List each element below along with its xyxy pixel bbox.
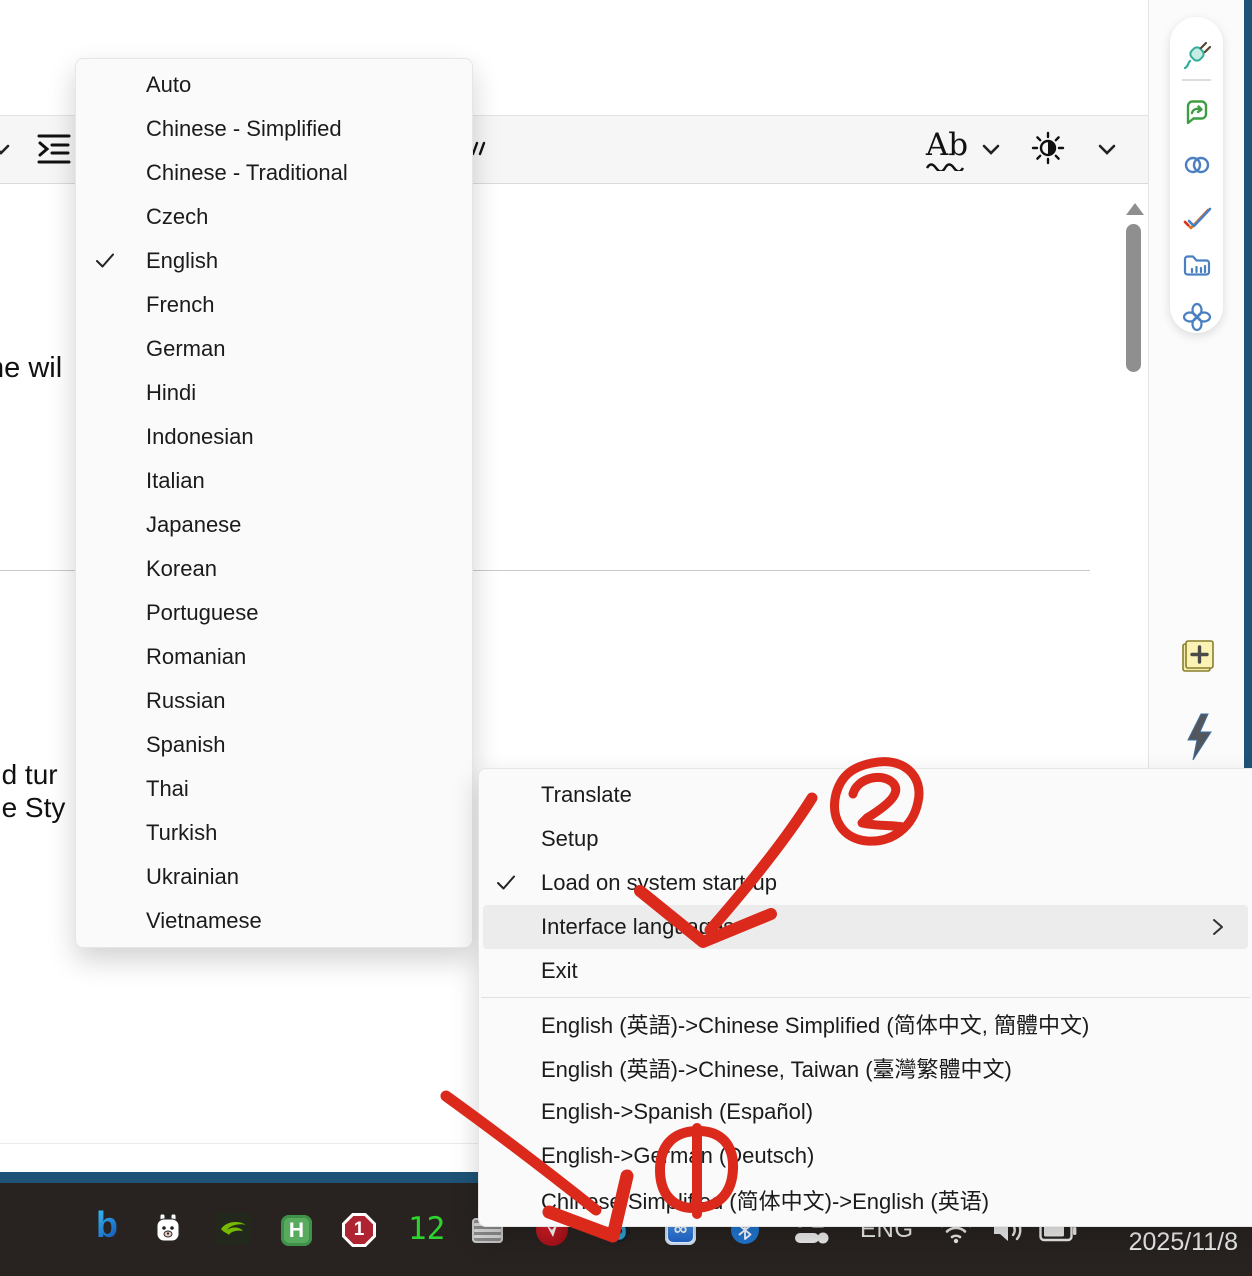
menu-item-thai[interactable]: Thai xyxy=(76,767,472,811)
menu-item-czech[interactable]: Czech xyxy=(76,195,472,239)
menu-item-romanian[interactable]: Romanian xyxy=(76,635,472,679)
menu-item-chinese-traditional[interactable]: Chinese - Traditional xyxy=(76,151,472,195)
menu-separator xyxy=(481,997,1250,998)
menu-item-vietnamese[interactable]: Vietnamese xyxy=(76,899,472,943)
menu-item-pair-en-de[interactable]: English->German (Deutsch) xyxy=(479,1134,1252,1178)
menu-item-french[interactable]: French xyxy=(76,283,472,327)
submenu-arrow-icon xyxy=(1212,918,1224,936)
llama-icon[interactable] xyxy=(151,1211,185,1245)
menu-item-chinese-simplified[interactable]: Chinese - Simplified xyxy=(76,107,472,151)
nvidia-icon[interactable] xyxy=(215,1213,252,1245)
menu-item-korean[interactable]: Korean xyxy=(76,547,472,591)
chat-share-icon[interactable] xyxy=(1182,97,1212,127)
checkmark-icon xyxy=(94,250,116,272)
bing-icon[interactable]: b xyxy=(90,1203,124,1247)
document-text-fragment: nd tur xyxy=(0,759,58,791)
alert-badge-icon[interactable]: 1 xyxy=(342,1213,376,1247)
menu-item-indonesian[interactable]: Indonesian xyxy=(76,415,472,459)
lightning-icon[interactable] xyxy=(1184,712,1214,762)
language-list-menu: Auto Chinese - Simplified Chinese - Trad… xyxy=(75,58,473,948)
plug-icon[interactable] xyxy=(1182,40,1212,70)
menu-item-interface-languages[interactable]: Interface languages xyxy=(483,905,1248,949)
clover-icon[interactable] xyxy=(1182,302,1212,332)
menu-item-setup[interactable]: Setup xyxy=(479,817,1252,861)
menu-item-russian[interactable]: Russian xyxy=(76,679,472,723)
linked-rings-icon[interactable] xyxy=(1182,150,1212,180)
menu-item-pair-en-zhtw[interactable]: English (英語)->Chinese, Taiwan (臺灣繁體中文) xyxy=(479,1046,1252,1090)
wavy-underline xyxy=(925,163,969,171)
menu-item-load-on-startup[interactable]: Load on system start-up xyxy=(479,861,1252,905)
menu-item-turkish[interactable]: Turkish xyxy=(76,811,472,855)
scroll-up-arrow[interactable] xyxy=(1126,203,1144,215)
menu-item-hindi[interactable]: Hindi xyxy=(76,371,472,415)
menu-item-english[interactable]: English xyxy=(76,239,472,283)
menu-item-pair-en-zhcn[interactable]: English (英語)->Chinese Simplified (简体中文, … xyxy=(479,1002,1252,1046)
proofing-ab-button[interactable]: Ab xyxy=(920,124,974,176)
scrollbar-thumb[interactable] xyxy=(1126,224,1141,372)
desktop-screen: Ab xyxy=(0,0,1252,1276)
sticky-note-add-icon[interactable] xyxy=(1180,638,1216,674)
floating-toolbar xyxy=(1170,17,1223,333)
menu-item-japanese[interactable]: Japanese xyxy=(76,503,472,547)
menu-item-pair-en-es[interactable]: English->Spanish (Español) xyxy=(479,1090,1252,1134)
h-app-icon[interactable]: H xyxy=(281,1215,312,1246)
menu-item-translate[interactable]: Translate xyxy=(479,773,1252,817)
menu-item-exit[interactable]: Exit xyxy=(479,949,1252,993)
line-spacing-icon[interactable] xyxy=(34,129,74,169)
tray-context-menu: Translate Setup Load on system start-up … xyxy=(478,768,1252,1227)
double-check-icon[interactable] xyxy=(1182,204,1212,234)
chevron-down-icon[interactable] xyxy=(1098,142,1116,156)
menu-item-auto[interactable]: Auto xyxy=(76,63,472,107)
toolbar-divider xyxy=(1182,79,1211,81)
document-text-fragment: he wil xyxy=(0,352,62,385)
ab-label: Ab xyxy=(926,130,968,161)
menu-item-spanish[interactable]: Spanish xyxy=(76,723,472,767)
clock-date[interactable]: 2025/11/8 xyxy=(1106,1227,1238,1257)
folder-chart-icon[interactable] xyxy=(1182,250,1212,280)
counter-badge[interactable]: 12 xyxy=(408,1211,445,1247)
menu-item-german[interactable]: German xyxy=(76,327,472,371)
menu-item-italian[interactable]: Italian xyxy=(76,459,472,503)
chevron-down-icon[interactable] xyxy=(982,142,1000,156)
document-text-fragment: he Sty xyxy=(0,792,65,824)
menu-item-ukrainian[interactable]: Ukrainian xyxy=(76,855,472,899)
checkmark-icon xyxy=(495,872,517,894)
chevron-down-icon[interactable] xyxy=(0,140,10,158)
menu-item-portuguese[interactable]: Portuguese xyxy=(76,591,472,635)
brightness-icon[interactable] xyxy=(1030,130,1066,166)
menu-item-pair-zhcn-en[interactable]: Chinese Simplified (简体中文)->English (英语) xyxy=(479,1178,1252,1222)
